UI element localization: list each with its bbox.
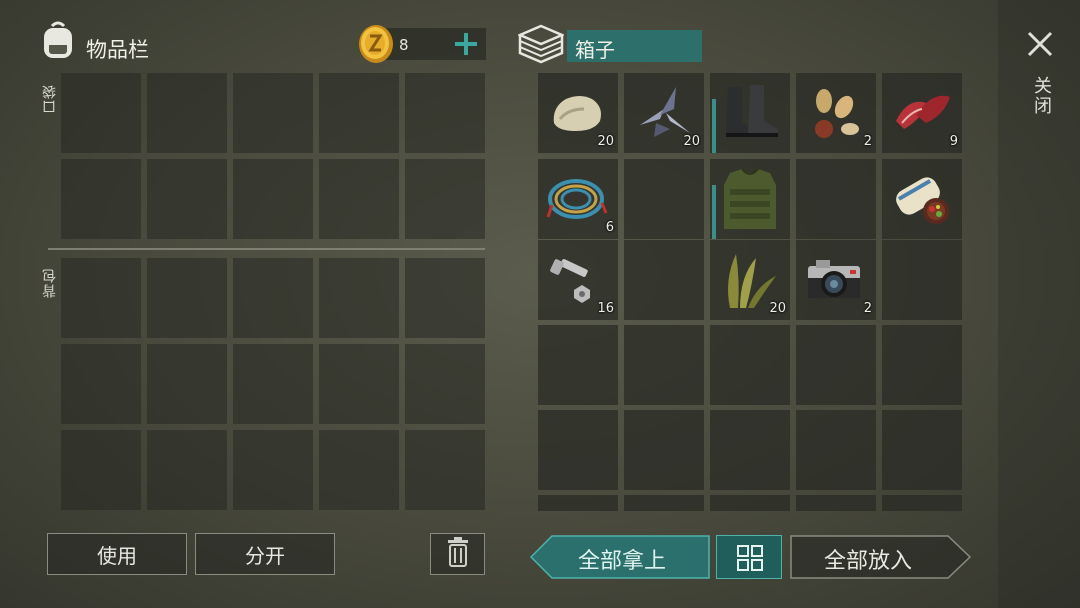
container-slot-empty[interactable]: [624, 159, 704, 239]
item-qty: 2: [863, 134, 872, 149]
pocket-slot[interactable]: [233, 159, 313, 239]
pocket-slot[interactable]: [233, 73, 313, 153]
backpack-slot[interactable]: [405, 258, 485, 338]
container-slot-empty[interactable]: [538, 325, 618, 405]
scroll-icon: [888, 165, 956, 233]
container-slot-empty[interactable]: [710, 325, 790, 405]
close-label: 关闭: [1031, 76, 1052, 116]
add-coins-button[interactable]: [452, 30, 480, 58]
container-slot-empty[interactable]: [710, 410, 790, 490]
item-qty: 20: [683, 134, 700, 149]
container-slot-empty[interactable]: [624, 495, 704, 511]
inventory-title: 物品栏: [86, 38, 149, 62]
pocket-slot[interactable]: [405, 73, 485, 153]
container-slot-empty[interactable]: [882, 410, 962, 490]
coin-count: 8: [399, 36, 409, 54]
split-button-label: 分开: [245, 543, 285, 568]
pocket-slot[interactable]: [61, 73, 141, 153]
section-divider: [48, 248, 485, 250]
backpack-icon: [38, 20, 78, 62]
backpack-slot[interactable]: [319, 344, 399, 424]
container-slot-bolts[interactable]: 16: [538, 240, 618, 320]
backpack-label: 背包: [42, 268, 58, 298]
backpack-slot[interactable]: [147, 430, 227, 510]
container-title: 箱子: [575, 38, 615, 62]
backpack-slot[interactable]: [405, 344, 485, 424]
backpack-slot[interactable]: [147, 344, 227, 424]
container-slot-raw-meat[interactable]: 9: [882, 73, 962, 153]
coin-icon: [357, 24, 395, 64]
close-icon: [1026, 30, 1054, 62]
container-slot-vest[interactable]: [710, 159, 790, 239]
container-slot-empty[interactable]: [624, 410, 704, 490]
meat-icon: [888, 79, 956, 147]
container-slot-rope[interactable]: 6: [538, 159, 618, 239]
item-qty: 16: [597, 301, 614, 316]
backpack-slot[interactable]: [319, 430, 399, 510]
backpack-slot[interactable]: [147, 258, 227, 338]
container-slot-empty[interactable]: [796, 495, 876, 511]
pocket-slot[interactable]: [319, 159, 399, 239]
container-slot-metal-shards[interactable]: 20: [624, 73, 704, 153]
container-slot-empty[interactable]: [624, 325, 704, 405]
sort-grid-button[interactable]: [716, 535, 782, 579]
rope-icon: [544, 165, 612, 233]
backpack-slot[interactable]: [61, 258, 141, 338]
container-slot-recipe-scroll[interactable]: [882, 159, 962, 239]
use-button-label: 使用: [97, 543, 137, 568]
trash-button[interactable]: [430, 533, 485, 575]
backpack-slot[interactable]: [319, 258, 399, 338]
item-qty: 20: [597, 134, 614, 149]
container-slot-empty[interactable]: [882, 325, 962, 405]
container-slot-nuts[interactable]: 2: [796, 73, 876, 153]
use-button[interactable]: 使用: [47, 533, 187, 575]
grid-icon: [737, 545, 763, 575]
container-slot-empty[interactable]: [882, 240, 962, 320]
container-slot-empty[interactable]: [710, 495, 790, 511]
trash-icon: [446, 536, 470, 572]
pocket-label: 口袋: [42, 84, 58, 114]
container-slot-plant-fiber[interactable]: 20: [710, 240, 790, 320]
item-qty: 9: [949, 134, 958, 149]
container-slot-empty[interactable]: [796, 159, 876, 239]
container-slot-empty[interactable]: [882, 495, 962, 511]
pocket-slot[interactable]: [147, 159, 227, 239]
pocket-slot[interactable]: [319, 73, 399, 153]
container-slot-empty[interactable]: [624, 240, 704, 320]
backpack-slot[interactable]: [61, 344, 141, 424]
pocket-slot[interactable]: [405, 159, 485, 239]
container-slot-empty[interactable]: [538, 410, 618, 490]
container-slot-camera[interactable]: 2: [796, 240, 876, 320]
container-slot-empty[interactable]: [796, 325, 876, 405]
put-all-label: 全部放入: [824, 549, 913, 574]
close-button[interactable]: 关闭: [1022, 26, 1058, 136]
backpack-slot[interactable]: [233, 344, 313, 424]
item-qty: 2: [863, 301, 872, 316]
nuts-icon: [802, 79, 870, 147]
backpack-slot[interactable]: [61, 430, 141, 510]
put-all-button[interactable]: 全部放入: [790, 535, 972, 579]
item-qty: 6: [605, 220, 614, 235]
vest-icon: [716, 165, 784, 233]
item-qty: 20: [769, 301, 786, 316]
container-slot-boots[interactable]: [710, 73, 790, 153]
boots-icon: [716, 79, 784, 147]
backpack-slot[interactable]: [405, 430, 485, 510]
pocket-slot[interactable]: [61, 159, 141, 239]
take-all-button[interactable]: 全部拿上: [530, 535, 710, 579]
container-slot-stone[interactable]: 20: [538, 73, 618, 153]
pocket-slot[interactable]: [147, 73, 227, 153]
take-all-label: 全部拿上: [578, 549, 667, 574]
container-box-icon: [516, 24, 566, 64]
backpack-slot[interactable]: [233, 430, 313, 510]
backpack-slot[interactable]: [233, 258, 313, 338]
split-button[interactable]: 分开: [195, 533, 335, 575]
container-slot-empty[interactable]: [796, 410, 876, 490]
container-slot-empty[interactable]: [538, 495, 618, 511]
camera-icon: [802, 246, 870, 314]
